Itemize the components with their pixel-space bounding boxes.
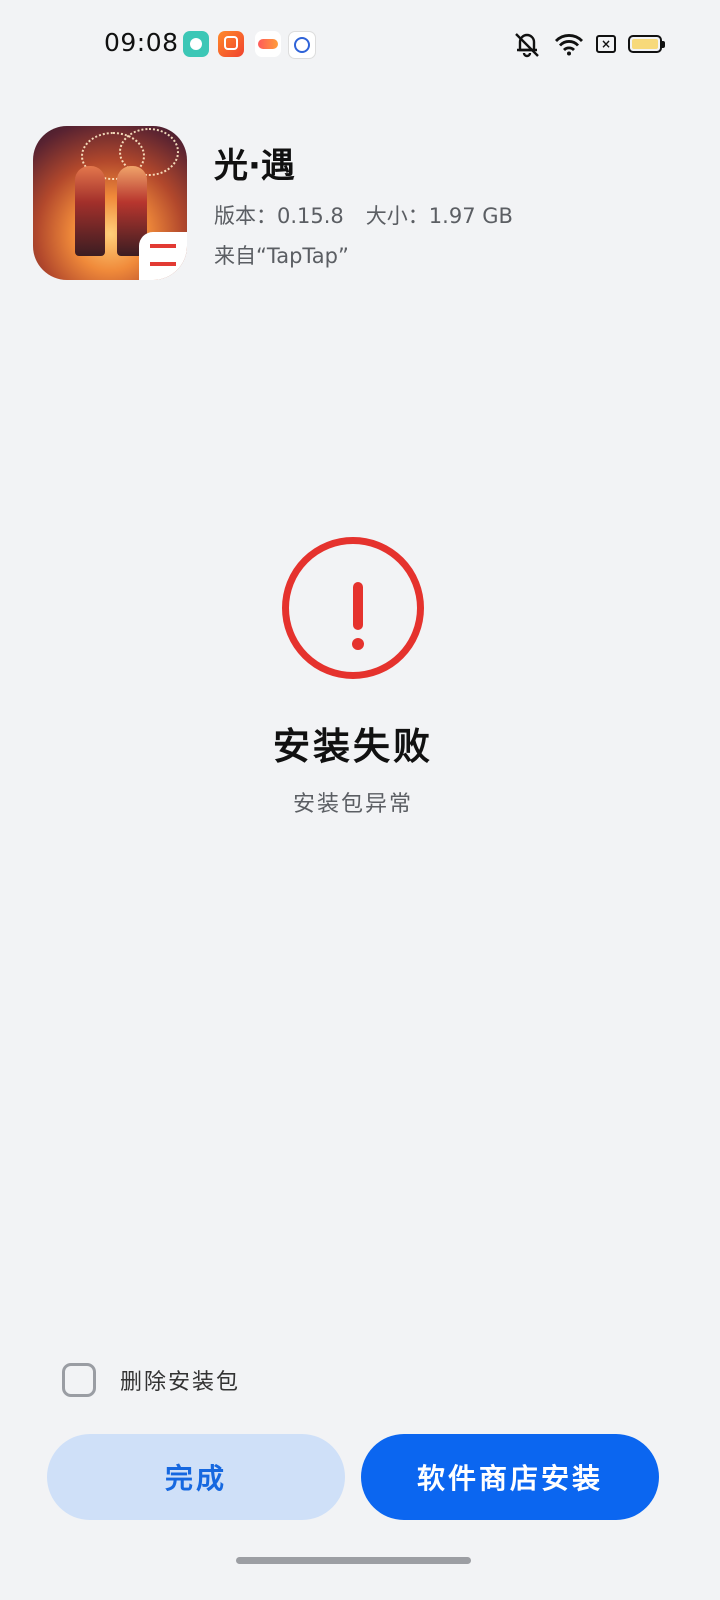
battery-icon	[628, 35, 665, 53]
error-icon-bar	[353, 582, 363, 630]
kuaishou-app-icon	[218, 31, 244, 57]
no-sim-icon: ×	[596, 35, 616, 53]
netease-logo-icon	[139, 232, 187, 280]
install-result-title: 安装失败	[273, 725, 433, 768]
error-icon	[282, 537, 424, 679]
delete-package-option[interactable]: 删除安装包	[62, 1362, 240, 1398]
delete-package-checkbox[interactable]	[62, 1363, 96, 1397]
character-figure	[75, 166, 105, 256]
error-icon-dot	[352, 638, 364, 650]
app-name: 光·遇	[214, 146, 295, 186]
wifi-icon	[554, 34, 584, 56]
app-size: 大小：1.97 GB	[365, 204, 513, 228]
battery-fill	[632, 39, 658, 49]
app-icon	[33, 126, 187, 280]
home-indicator[interactable]	[236, 1557, 471, 1564]
app-store-install-button[interactable]: 软件商店安装	[361, 1434, 659, 1520]
mute-bell-icon	[515, 33, 539, 58]
status-time: 09:08	[104, 28, 179, 57]
app-version: 版本：0.15.8	[214, 204, 344, 228]
baidu-app-icon	[288, 31, 316, 59]
status-icons: ×	[512, 29, 665, 59]
app-source: 来自“TapTap”	[214, 244, 349, 268]
delete-package-label: 删除安装包	[120, 1370, 241, 1395]
app-meta-line: 版本：0.15.8 大小：1.97 GB	[214, 200, 513, 230]
chat-app-icon	[183, 31, 209, 57]
status-bar: 09:08 ×	[0, 0, 720, 90]
done-button[interactable]: 完成	[47, 1434, 345, 1520]
game-center-icon	[255, 31, 281, 57]
install-result-subtitle: 安装包异常	[292, 792, 413, 817]
